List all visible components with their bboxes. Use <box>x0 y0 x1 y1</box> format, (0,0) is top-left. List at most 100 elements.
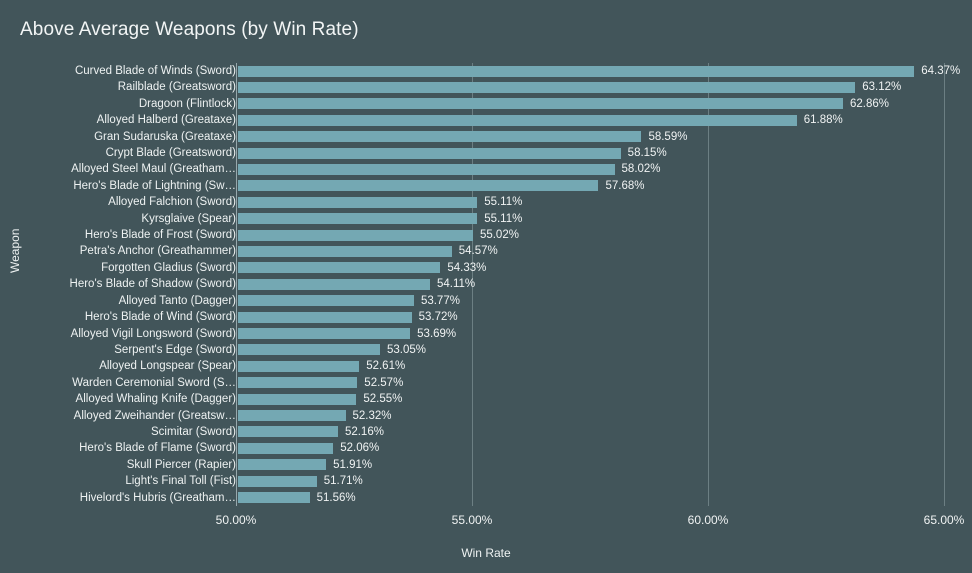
bar-value-label: 52.55% <box>363 393 403 406</box>
bar-row[interactable]: Kyrsglaive (Spear) 55.11% <box>0 211 972 227</box>
bar-value-label: 53.77% <box>420 294 460 307</box>
bar-track <box>238 393 357 405</box>
bar[interactable] <box>238 229 473 241</box>
bar-row[interactable]: Alloyed Vigil Longsword (Sword) 53.69% <box>0 326 972 342</box>
bar-track <box>238 245 452 257</box>
bar-value-label: 52.32% <box>352 409 392 422</box>
bar-value-label: 63.12% <box>862 81 902 94</box>
bar-chart: Above Average Weapons (by Win Rate) Weap… <box>0 0 972 573</box>
bar-row[interactable]: Skull Piercer (Rapier) 51.91% <box>0 457 972 473</box>
bar-row[interactable]: Hero's Blade of Flame (Sword) 52.06% <box>0 440 972 456</box>
bar-value-label: 58.59% <box>648 130 688 143</box>
bar-category-label: Hero's Blade of Frost (Sword) <box>84 229 236 242</box>
bar-row[interactable]: Alloyed Longspear (Spear) 52.61% <box>0 358 972 374</box>
bar-track <box>238 81 856 93</box>
bar-row[interactable]: Warden Ceremonial Sword (S… 52.57% <box>0 375 972 391</box>
bar-category-label: Alloyed Steel Maul (Greatham… <box>71 163 236 176</box>
bar-category-label: Hero's Blade of Lightning (Sw… <box>73 179 236 192</box>
bar-row[interactable]: Scimitar (Sword) 52.16% <box>0 424 972 440</box>
bar[interactable] <box>238 426 338 438</box>
bar-row[interactable]: Crypt Blade (Greatsword) 58.15% <box>0 145 972 161</box>
bar[interactable] <box>238 278 430 290</box>
bar[interactable] <box>238 377 358 389</box>
bar-track <box>238 114 797 126</box>
bar-row[interactable]: Forgotten Gladius (Sword) 54.33% <box>0 260 972 276</box>
bar-row[interactable]: Alloyed Tanto (Dagger) 53.77% <box>0 293 972 309</box>
bar[interactable] <box>238 147 621 159</box>
bar-category-label: Hivelord's Hubris (Greatham… <box>79 491 236 504</box>
bar-row[interactable]: Railblade (Greatsword) 63.12% <box>0 79 972 95</box>
bar-track <box>238 131 642 143</box>
bar-track <box>238 147 621 159</box>
bar[interactable] <box>238 262 441 274</box>
bar-category-label: Hero's Blade of Flame (Sword) <box>79 442 236 455</box>
x-tick-label: 50.00% <box>215 513 257 527</box>
bar-category-label: Warden Ceremonial Sword (S… <box>72 376 236 389</box>
bar-row[interactable]: Alloyed Halberd (Greataxe) 61.88% <box>0 112 972 128</box>
bar-track <box>238 344 380 356</box>
bar-row[interactable]: Hero's Blade of Wind (Sword) 53.72% <box>0 309 972 325</box>
bar[interactable] <box>238 344 380 356</box>
bar[interactable] <box>238 180 599 192</box>
bar[interactable] <box>238 295 414 307</box>
bar-row[interactable]: Alloyed Zweihander (Greatsw… 52.32% <box>0 408 972 424</box>
bar[interactable] <box>238 459 327 471</box>
bar-category-label: Curved Blade of Winds (Sword) <box>74 65 236 77</box>
x-tick-label: 65.00% <box>923 513 965 527</box>
bar-row[interactable]: Alloyed Whaling Knife (Dagger) 52.55% <box>0 391 972 407</box>
bar-value-label: 52.06% <box>340 442 380 455</box>
bar-row[interactable]: Alloyed Steel Maul (Greatham… 58.02% <box>0 161 972 177</box>
bar-value-label: 53.72% <box>418 311 458 324</box>
bar-row[interactable]: Hero's Blade of Frost (Sword) 55.02% <box>0 227 972 243</box>
bar-category-label: Gran Sudaruska (Greataxe) <box>94 130 236 143</box>
bar-row[interactable]: Light's Final Toll (Fist) 51.71% <box>0 473 972 489</box>
bar-track <box>238 213 478 225</box>
bar-category-label: Scimitar (Sword) <box>151 425 236 438</box>
bar-row[interactable]: Dragoon (Flintlock) 62.86% <box>0 96 972 112</box>
bar[interactable] <box>238 475 317 487</box>
bar-track <box>238 196 478 208</box>
bar-category-label: Kyrsglaive (Spear) <box>141 212 236 225</box>
bar[interactable] <box>238 245 452 257</box>
bar-track <box>238 492 310 504</box>
bar[interactable] <box>238 360 360 372</box>
bar-track <box>238 410 346 422</box>
bar[interactable] <box>238 81 856 93</box>
bar-category-label: Alloyed Falchion (Sword) <box>108 196 236 209</box>
bar[interactable] <box>238 311 412 323</box>
bar-value-label: 54.57% <box>458 245 498 258</box>
bar-value-label: 51.91% <box>333 458 373 471</box>
bar-row[interactable]: Hivelord's Hubris (Greatham… 51.56% <box>0 490 972 506</box>
bar[interactable] <box>238 213 478 225</box>
bar[interactable] <box>238 492 310 504</box>
bar[interactable] <box>238 65 915 77</box>
bar-value-label: 51.56% <box>316 491 356 504</box>
bar[interactable] <box>238 393 357 405</box>
bar-category-label: Light's Final Toll (Fist) <box>125 475 236 488</box>
bar-row[interactable]: Petra's Anchor (Greathammer) 54.57% <box>0 243 972 259</box>
bar[interactable] <box>238 328 411 340</box>
x-axis-title: Win Rate <box>461 546 511 560</box>
x-tick-label: 55.00% <box>451 513 493 527</box>
bar[interactable] <box>238 410 346 422</box>
bar-value-label: 54.33% <box>447 261 487 274</box>
bar-row[interactable]: Alloyed Falchion (Sword) 55.11% <box>0 194 972 210</box>
bar-row[interactable]: Hero's Blade of Shadow (Sword) 54.11% <box>0 276 972 292</box>
bar-row[interactable]: Serpent's Edge (Sword) 53.05% <box>0 342 972 358</box>
bar-track <box>238 459 327 471</box>
bar-row[interactable]: Gran Sudaruska (Greataxe) 58.59% <box>0 129 972 145</box>
bar[interactable] <box>238 163 615 175</box>
bar[interactable] <box>238 131 642 143</box>
bar-category-label: Railblade (Greatsword) <box>117 81 236 94</box>
bar-track <box>238 475 317 487</box>
bar[interactable] <box>238 442 334 454</box>
bar[interactable] <box>238 196 478 208</box>
bar-category-label: Petra's Anchor (Greathammer) <box>79 245 236 258</box>
bar[interactable] <box>238 98 843 110</box>
bar-track <box>238 311 412 323</box>
bar-category-label: Hero's Blade of Wind (Sword) <box>84 311 236 324</box>
bar-row[interactable]: Hero's Blade of Lightning (Sw… 57.68% <box>0 178 972 194</box>
bar-row[interactable]: Curved Blade of Winds (Sword) 64.37% <box>0 63 972 79</box>
bar[interactable] <box>238 114 797 126</box>
bar-track <box>238 426 338 438</box>
